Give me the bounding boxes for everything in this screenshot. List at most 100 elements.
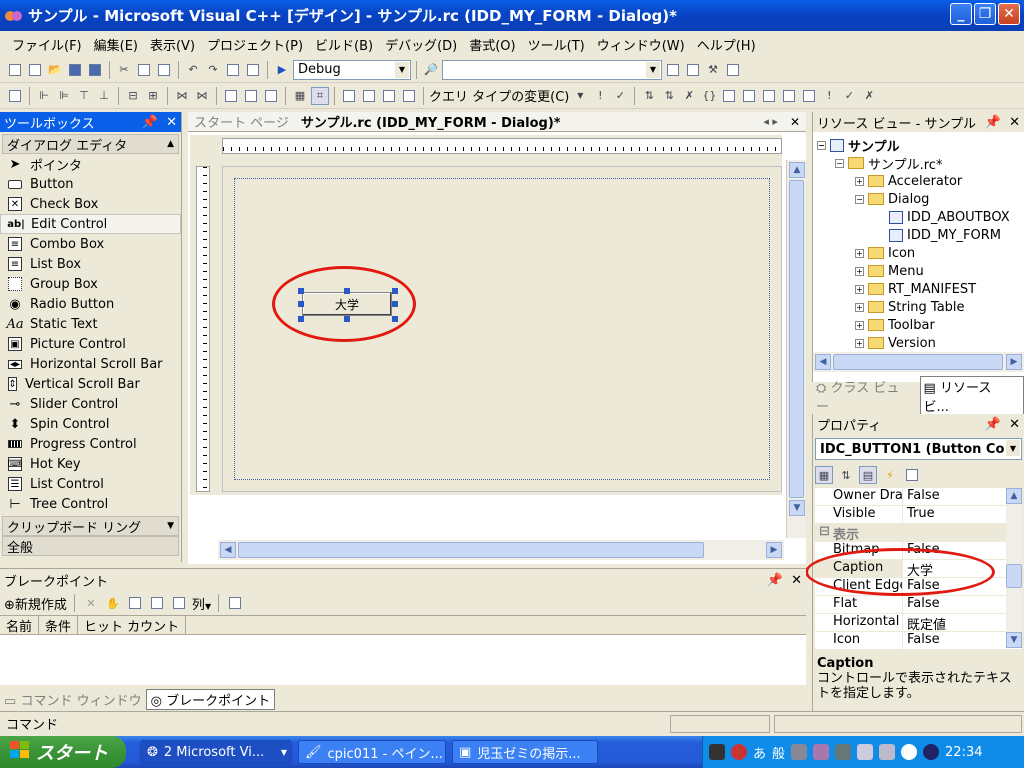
tab-command-window[interactable]: ▭ コマンド ウィンドウ [4,690,142,709]
tree-node-root[interactable]: − サンプル [813,136,1024,155]
make-same-width-icon[interactable] [222,87,240,105]
test-dialog-icon[interactable] [6,87,24,105]
property-value[interactable]: False [903,596,1022,613]
property-grid-scrollbar[interactable]: ▲ ▼ [1006,488,1022,648]
document-vertical-scrollbar[interactable]: ▲ ▼ [786,160,806,538]
tree-node-rc[interactable]: − サンプル.rc* [813,154,1024,173]
navigate-forward-icon[interactable] [244,61,262,79]
property-value[interactable]: 既定値 [903,614,1022,631]
paste-icon[interactable] [155,61,173,79]
find-combo[interactable]: ▼ [442,59,662,80]
pen-icon[interactable] [835,744,852,760]
toolbox-item-progress-control[interactable]: Progress Control [0,434,181,454]
layout-icon[interactable] [740,87,758,105]
scroll-right-icon[interactable]: ▶ [1006,354,1022,370]
clear-results-icon[interactable]: ✗ [860,87,878,105]
toolbox-item-list-control[interactable]: ☰ List Control [0,474,181,494]
pin-icon[interactable]: 📌 [985,417,1001,432]
tree-node-toolbar[interactable]: + Toolbar [813,316,1024,334]
minimize-button[interactable]: _ [950,3,972,25]
column-header-condition[interactable]: 条件 [39,616,79,635]
tab-resource-view[interactable]: ▤ リソース ビ... [919,376,1024,416]
toolbox-item-pointer[interactable]: ➤ ポインタ [0,154,181,174]
toolbox-item-vertical-scroll-bar[interactable]: ⇕ Vertical Scroll Bar [0,374,181,394]
property-value[interactable]: False [903,632,1022,649]
toolbox-category-clipboard-ring[interactable]: クリップボード リング ▼ [2,516,179,536]
solution-explorer-icon[interactable] [664,61,682,79]
properties-object-combo[interactable]: IDC_BUTTON1 (Button Co ▼ [815,438,1022,460]
chevron-down-icon[interactable]: ▼ [167,521,174,531]
check-icon[interactable]: ✓ [611,87,629,105]
property-row-owner-draw[interactable]: Owner DrawFalse [815,488,1022,506]
space-down-icon[interactable]: ⋈ [193,87,211,105]
column-header-hit-count[interactable]: ヒット カウント [78,616,187,635]
property-value[interactable]: False [903,488,1022,505]
sort-desc-icon[interactable]: ⇅ [660,87,678,105]
vertical-ruler[interactable] [196,166,210,492]
undo-icon[interactable]: ↶ [184,61,202,79]
expand-icon[interactable]: + [855,176,864,186]
toolbox-item-list-box[interactable]: ≡ List Box [0,254,181,274]
add-item-icon[interactable] [26,61,44,79]
query-diagram-icon[interactable] [380,87,398,105]
menu-window[interactable]: ウィンドウ(W) [591,35,691,54]
property-row-flat[interactable]: Flat False [815,596,1022,614]
chevron-down-icon[interactable]: ▼ [395,61,409,78]
property-row-horizontal-align[interactable]: Horizontal Al既定値 [815,614,1022,632]
sql-pane-icon[interactable] [780,87,798,105]
toolbox-category-dialog-editor[interactable]: ダイアログ エディタ ▲ [2,134,179,154]
toggle-guides-icon[interactable]: ⌗ [311,86,329,105]
property-row-visible[interactable]: Visible True [815,506,1022,524]
maximize-button[interactable]: ❐ [974,3,996,25]
toolbox-item-spin-control[interactable]: ⬍ Spin Control [0,414,181,434]
align-top-icon[interactable]: ⊤ [75,87,93,105]
ime-mode-label[interactable]: あ [753,743,766,762]
property-category-display[interactable]: ⊟ 表示 [815,524,1022,543]
expand-icon[interactable]: + [855,338,864,348]
align-bottom-icon[interactable]: ⊥ [95,87,113,105]
expand-icon[interactable]: + [855,284,864,294]
class-view-icon[interactable] [724,61,742,79]
pin-icon[interactable]: 📌 [985,115,1001,130]
scroll-down-icon[interactable]: ▼ [789,500,805,516]
copy-icon[interactable] [135,61,153,79]
scroll-left-icon[interactable]: ◀ [220,542,236,558]
align-right-icon[interactable]: ⊫ [55,87,73,105]
toolbox-item-static-text[interactable]: Aa Static Text [0,314,181,334]
ime-icon[interactable] [731,744,747,760]
scroll-right-icon[interactable]: ▶ [766,542,782,558]
query-type-button[interactable]: クエリ タイプの変更(C) [429,86,569,105]
tree-node-idd-my-form[interactable]: IDD_MY_FORM [813,226,1024,244]
scroll-thumb[interactable] [789,180,804,498]
columns-button[interactable]: 列▼ [192,594,211,613]
tab-dialog-editor[interactable]: サンプル.rc (IDD_MY_FORM - Dialog)* [295,112,567,131]
toolbox-item-hot-key[interactable]: ⌨ Hot Key [0,454,181,474]
pin-icon[interactable]: 📌 [142,115,158,130]
tree-node-dialog[interactable]: − Dialog [813,190,1024,208]
chevron-down-icon[interactable]: ▼ [205,602,211,611]
menu-debug[interactable]: デバッグ(D) [379,35,463,54]
scroll-up-icon[interactable]: ▲ [1006,488,1022,504]
collapse-icon[interactable]: − [855,194,864,204]
query-grid-icon[interactable] [340,87,358,105]
close-icon[interactable]: ✕ [791,573,802,588]
start-button[interactable]: スタート [0,736,126,768]
toolbox-item-group-box[interactable]: Group Box [0,274,181,294]
properties-icon[interactable] [684,61,702,79]
scroll-left-icon[interactable]: ◀ [815,354,831,370]
help-icon[interactable] [879,744,896,760]
run-query-icon[interactable]: ! [820,87,838,105]
cut-icon[interactable]: ✂ [115,61,133,79]
save-all-icon[interactable] [86,61,104,79]
query-results-icon[interactable] [400,87,418,105]
go-to-disassembly-icon[interactable] [170,594,188,612]
collapse-icon[interactable]: − [835,158,844,168]
tab-start-page[interactable]: スタート ページ [188,112,295,131]
taskbar-item-paint[interactable]: 🖌 cpic011 - ペイン... [298,740,446,764]
menu-format[interactable]: 書式(O) [463,35,521,54]
redo-icon[interactable]: ↷ [204,61,222,79]
menu-project[interactable]: プロジェクト(P) [201,35,309,54]
audio-icon[interactable] [923,744,940,760]
tool-icon[interactable] [791,744,808,760]
scroll-down-icon[interactable]: ▼ [1006,632,1022,648]
